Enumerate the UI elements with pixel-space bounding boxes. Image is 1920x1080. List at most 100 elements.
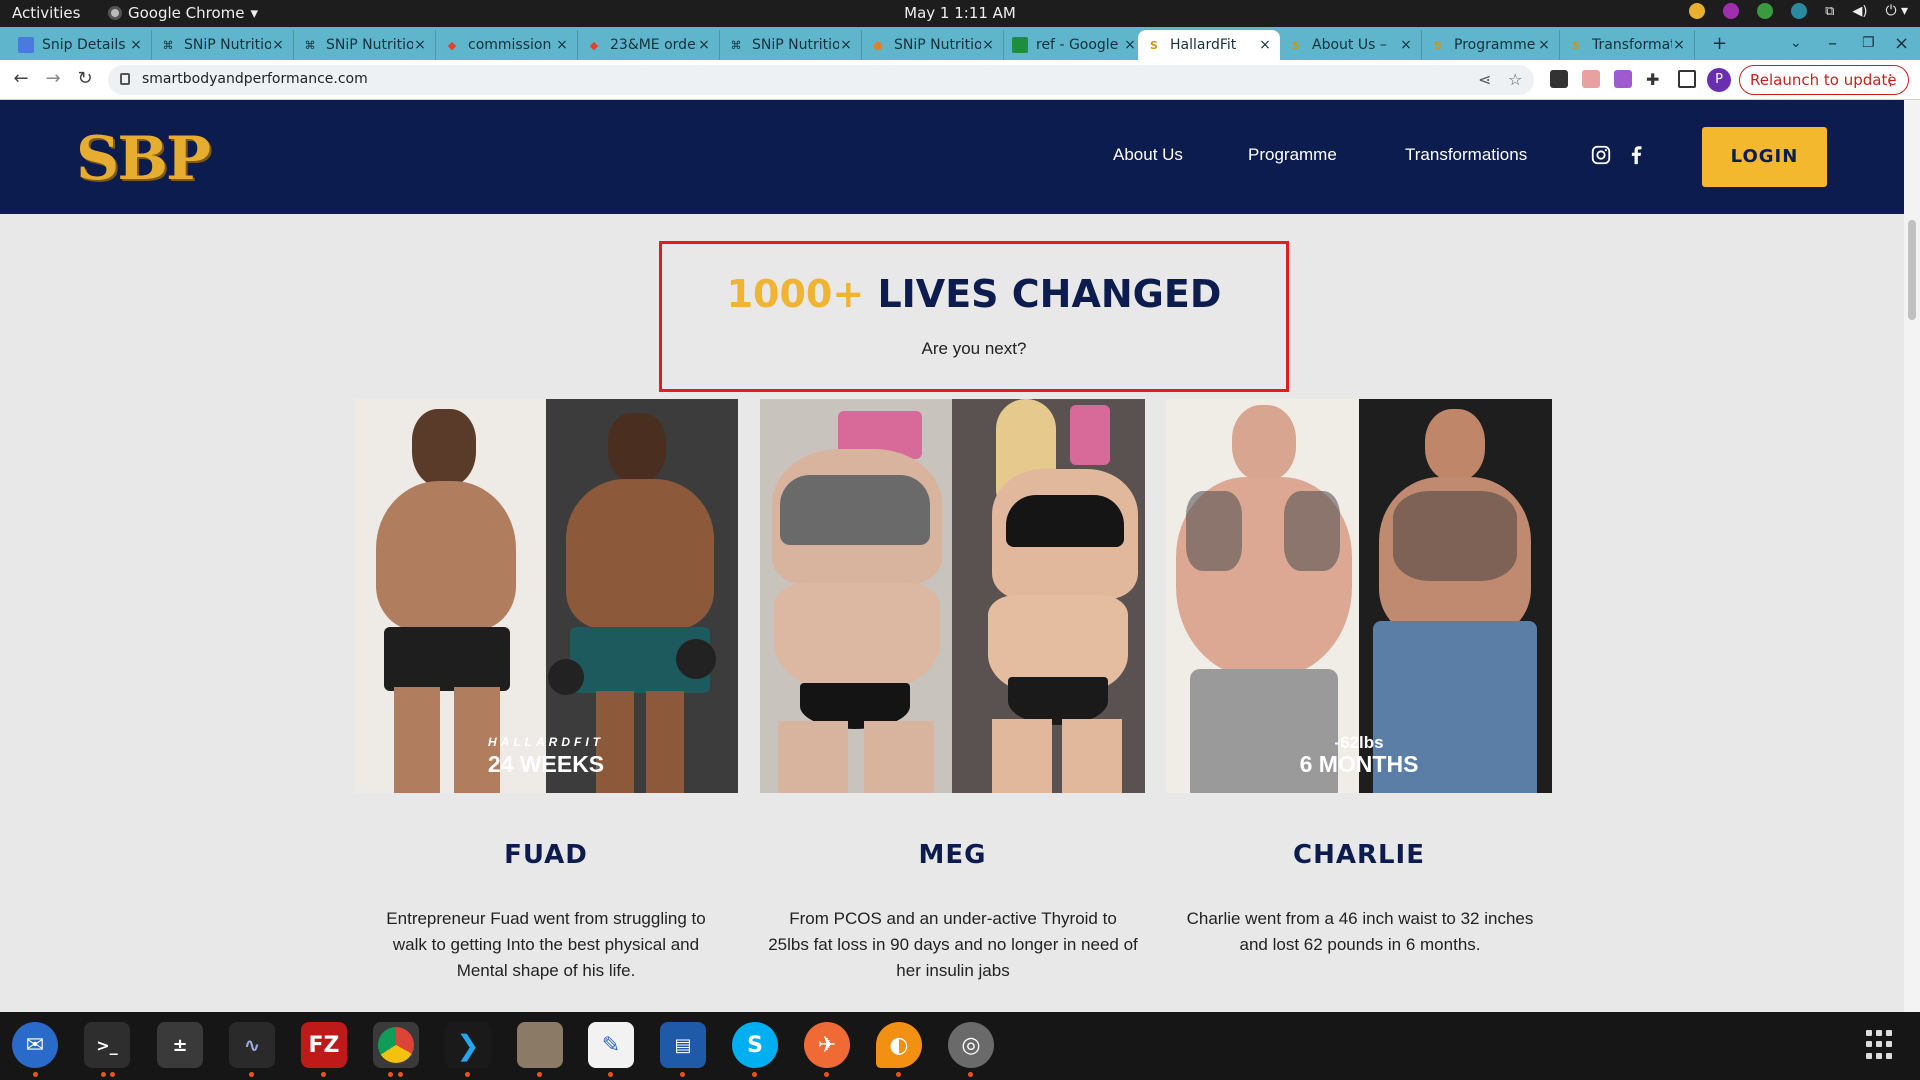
page-scrollbar[interactable] [1904, 100, 1920, 1012]
system-top-bar: Activities Google Chrome ▾ May 1 1:11 AM… [0, 0, 1920, 27]
postman-icon[interactable]: ✈ [804, 1022, 850, 1068]
files-icon[interactable] [517, 1022, 563, 1068]
tab[interactable]: ⌘SNiP Nutrition× [294, 30, 436, 60]
minimize-icon[interactable]: – [1828, 33, 1837, 54]
app-tray-icon[interactable] [1723, 3, 1740, 19]
calculator-icon[interactable]: ± [157, 1022, 203, 1068]
close-icon[interactable]: × [697, 37, 711, 53]
close-icon[interactable]: × [1123, 37, 1137, 53]
sbp-icon: S [1572, 38, 1580, 52]
clock[interactable]: May 1 1:11 AM [0, 4, 1920, 22]
back-icon[interactable]: ← [10, 68, 32, 89]
close-icon[interactable]: × [1399, 37, 1413, 53]
meg-description: From PCOS and an under-active Thyroid to… [768, 909, 1138, 980]
docs-icon [18, 37, 34, 53]
relaunch-update-button[interactable]: Relaunch to update ⋮ [1739, 65, 1909, 95]
firefox-dev-icon[interactable]: ◐ [876, 1022, 922, 1068]
weight-loss-caption: -62lbs [1334, 733, 1384, 752]
thunderbird-icon[interactable]: ✉ [12, 1022, 58, 1068]
new-tab-icon[interactable]: + [1712, 33, 1727, 54]
x-tray-icon[interactable] [1791, 3, 1808, 19]
terminal-icon[interactable]: >_ [84, 1022, 130, 1068]
address-bar[interactable]: smartbodyandperformance.com ⋖ ☆ [108, 65, 1534, 95]
text-editor-icon[interactable]: ✎ [588, 1022, 634, 1068]
tab-search-icon[interactable]: ⌄ [1790, 35, 1802, 51]
pen-extension-icon[interactable] [1614, 70, 1632, 88]
hero-title-text: LIVES CHANGED [877, 272, 1222, 316]
sbp-icon: S [1150, 38, 1158, 52]
close-icon[interactable]: × [1672, 37, 1686, 53]
close-icon[interactable]: × [271, 37, 285, 53]
extension-icon[interactable] [1582, 70, 1600, 88]
share-icon[interactable]: ⋖ [1478, 70, 1491, 89]
charlie-transformation-photo[interactable]: -62lbs 6 MONTHS [1166, 399, 1552, 793]
tab[interactable]: Snip Details × [10, 30, 152, 60]
ubuntu-dock: ✉ >_ ± ∿ FZ ❯ ✎ ▤ S ✈ ◐ ◎ [0, 1012, 1920, 1080]
restore-icon[interactable]: ❐ [1862, 35, 1875, 51]
lock-icon[interactable] [120, 73, 130, 85]
close-icon[interactable]: × [1537, 37, 1551, 53]
tab[interactable]: ●SNiP Nutrition× [862, 30, 1004, 60]
snip-icon: ⌘ [730, 38, 742, 52]
fuad-transformation-photo[interactable]: HALLARDFIT 24 WEEKS [354, 399, 738, 793]
url-text[interactable]: smartbodyandperformance.com [142, 71, 368, 87]
more-vert-icon: ⋮ [1883, 71, 1898, 89]
nav-about-us[interactable]: About Us [1113, 145, 1183, 165]
document-viewer-icon[interactable]: ▤ [660, 1022, 706, 1068]
profile-avatar[interactable]: P [1707, 68, 1731, 92]
tab-active[interactable]: S HallardFit × [1138, 30, 1280, 60]
eyedropper-extension-icon[interactable] [1550, 70, 1568, 88]
sbp-icon: S [1434, 38, 1442, 52]
disk-icon[interactable]: ◎ [948, 1022, 994, 1068]
system-monitor-icon[interactable]: ∿ [229, 1022, 275, 1068]
login-button[interactable]: LOGIN [1702, 127, 1827, 187]
filezilla-icon[interactable]: FZ [301, 1022, 347, 1068]
snip-icon: ⌘ [304, 38, 316, 52]
site-logo[interactable]: SBP [76, 124, 211, 194]
scrollbar-thumb[interactable] [1908, 220, 1916, 320]
instagram-icon[interactable] [1590, 144, 1612, 166]
fuad-name: FUAD [504, 840, 588, 870]
close-icon[interactable]: × [129, 37, 143, 53]
tab[interactable]: S Programme × [1422, 30, 1560, 60]
gitlab-icon: ◆ [589, 38, 599, 52]
hero-count: 1000+ [726, 272, 865, 316]
tab[interactable]: ◆ commission × [436, 30, 578, 60]
vscode-icon[interactable]: ❯ [445, 1022, 491, 1068]
tab[interactable]: S About Us – × [1280, 30, 1422, 60]
meg-transformation-photo[interactable] [760, 399, 1145, 793]
after-photo [546, 399, 738, 793]
close-icon[interactable]: × [981, 37, 995, 53]
puzzle-icon[interactable]: ✚ [1646, 70, 1664, 89]
show-applications-icon[interactable] [1866, 1030, 1896, 1060]
circle-icon: ● [873, 38, 883, 52]
facebook-icon[interactable] [1625, 144, 1647, 166]
reload-icon[interactable]: ↻ [74, 68, 96, 89]
tab[interactable]: STransformations× [1560, 30, 1695, 60]
tab[interactable]: ⌘SNiP Nutrition× [720, 30, 862, 60]
update-tray-icon[interactable] [1757, 3, 1774, 19]
nav-transformations[interactable]: Transformations [1405, 145, 1527, 165]
tab[interactable]: ◆ 23&ME order × [578, 30, 720, 60]
hero-subtitle: Are you next? [921, 339, 1027, 358]
chrome-dock-icon[interactable] [373, 1022, 419, 1068]
duration-caption: 24 WEEKS [487, 751, 605, 777]
volume-icon[interactable]: ◀) [1852, 4, 1867, 19]
chrome-tray-icon[interactable] [1689, 3, 1706, 19]
tab[interactable]: ref - Google × [1004, 30, 1146, 60]
charlie-description: Charlie went from a 46 inch waist to 32 … [1186, 909, 1534, 954]
network-icon[interactable]: ⧉ [1825, 4, 1834, 19]
tab[interactable]: ⌘SNiP Nutrition× [152, 30, 294, 60]
close-icon[interactable]: × [555, 37, 569, 53]
nav-programme[interactable]: Programme [1248, 145, 1337, 165]
power-icon[interactable]: ⏻ ▾ [1885, 3, 1908, 19]
skype-icon[interactable]: S [732, 1022, 778, 1068]
forward-icon[interactable]: → [42, 68, 64, 89]
close-icon[interactable]: × [839, 37, 853, 53]
side-panel-icon[interactable] [1678, 70, 1696, 88]
close-icon[interactable]: × [413, 37, 427, 53]
sbp-icon: S [1292, 38, 1300, 52]
bookmark-star-icon[interactable]: ☆ [1508, 70, 1522, 89]
close-window-icon[interactable]: × [1894, 33, 1909, 54]
close-icon[interactable]: × [1258, 37, 1272, 53]
